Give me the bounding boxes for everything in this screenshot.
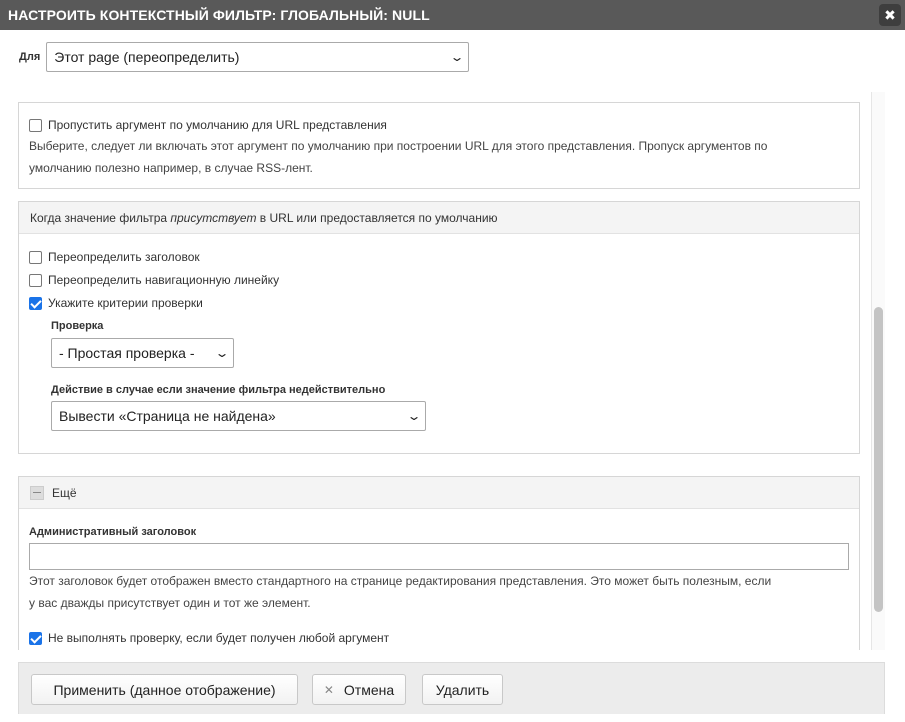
validator-label: Проверка [51, 320, 104, 332]
skip-validation-label: Не выполнять проверку, если будет получе… [48, 631, 390, 645]
skip-default-desc-line2: умолчанию полезно например, в случае RSS… [29, 161, 313, 175]
admin-title-label: Административный заголовок [29, 526, 197, 538]
close-button[interactable]: ✖ [879, 4, 901, 26]
skip-validation-checkbox[interactable] [29, 631, 42, 645]
when-present-header-text-end: в URL или предоставляется по умолчанию [256, 210, 498, 225]
when-present-header: Когда значение фильтра присутствует в UR… [19, 202, 859, 234]
delete-button-label: Удалить [435, 681, 490, 698]
override-breadcrumb-row[interactable]: Переопределить навигационную линейку [29, 273, 279, 287]
for-label: Для [19, 51, 41, 63]
when-present-header-text: Когда значение фильтра [30, 210, 171, 225]
collapse-icon[interactable] [30, 485, 44, 500]
delete-button[interactable]: Удалить [422, 674, 503, 705]
apply-button[interactable]: Применить (данное отображение) [31, 674, 298, 705]
dialog-footer: Применить (данное отображение) ✕ Отмена … [18, 662, 885, 714]
chevron-down-icon: ⌄ [406, 409, 422, 423]
chevron-down-icon: ⌄ [449, 50, 465, 64]
override-title-checkbox[interactable] [29, 250, 42, 264]
validation-criteria-checkbox[interactable] [29, 296, 42, 310]
invalid-action-select[interactable]: Вывести «Страница не найдена» ⌄ [51, 401, 426, 431]
override-breadcrumb-checkbox[interactable] [29, 273, 42, 287]
admin-title-description: Этот заголовок будет отображен вместо ст… [29, 570, 771, 614]
override-breadcrumb-label: Переопределить навигационную линейку [48, 273, 280, 287]
more-panel: Ещё Административный заголовок Этот заго… [18, 476, 860, 650]
when-present-panel: Когда значение фильтра присутствует в UR… [18, 201, 860, 454]
admin-title-desc-line2: у вас дважды присутствует один и тот же … [29, 596, 311, 610]
skip-default-checkbox[interactable] [29, 118, 42, 132]
skip-default-label: Пропустить аргумент по умолчанию для URL… [48, 118, 387, 132]
admin-title-input[interactable] [29, 543, 849, 570]
invalid-action-label: Действие в случае если значение фильтра … [51, 384, 386, 396]
more-header-label: Ещё [52, 485, 77, 500]
validation-criteria-row[interactable]: Укажите критерии проверки [29, 296, 203, 310]
skip-default-description: Выберите, следует ли включать этот аргум… [29, 135, 767, 179]
scrollbar-thumb[interactable] [874, 307, 883, 612]
dialog-content[interactable]: Пропустить аргумент по умолчанию для URL… [0, 92, 905, 650]
validator-select[interactable]: - Простая проверка - ⌄ [51, 338, 234, 368]
apply-button-label: Применить (данное отображение) [53, 681, 276, 698]
skip-default-panel: Пропустить аргумент по умолчанию для URL… [18, 102, 860, 189]
more-header[interactable]: Ещё [19, 477, 859, 509]
for-display-value: Этот page (переопределить) [54, 49, 240, 65]
skip-default-row[interactable]: Пропустить аргумент по умолчанию для URL… [29, 118, 387, 132]
cancel-button[interactable]: ✕ Отмена [312, 674, 406, 705]
skip-default-desc-line1: Выберите, следует ли включать этот аргум… [29, 139, 768, 153]
skip-validation-row[interactable]: Не выполнять проверку, если будет получе… [29, 631, 389, 645]
invalid-action-value: Вывести «Страница не найдена» [59, 408, 276, 424]
validator-value: - Простая проверка - [59, 345, 195, 361]
dialog-titlebar: НАСТРОИТЬ КОНТЕКСТНЫЙ ФИЛЬТР: ГЛОБАЛЬНЫЙ… [0, 0, 905, 30]
when-present-header-em: присутствует [170, 210, 257, 225]
admin-title-desc-line1: Этот заголовок будет отображен вместо ст… [29, 574, 772, 588]
chevron-down-icon: ⌄ [214, 346, 230, 360]
override-title-label: Переопределить заголовок [48, 250, 200, 264]
for-row: Для Этот page (переопределить) ⌄ [19, 42, 470, 72]
override-title-row[interactable]: Переопределить заголовок [29, 250, 200, 264]
for-display-select[interactable]: Этот page (переопределить) ⌄ [46, 42, 470, 72]
dialog-title: НАСТРОИТЬ КОНТЕКСТНЫЙ ФИЛЬТР: ГЛОБАЛЬНЫЙ… [8, 7, 430, 23]
cancel-button-label: Отмена [343, 681, 395, 698]
close-icon: ✕ [323, 682, 334, 697]
close-icon: ✖ [884, 7, 896, 23]
validation-criteria-label: Укажите критерии проверки [48, 296, 203, 310]
